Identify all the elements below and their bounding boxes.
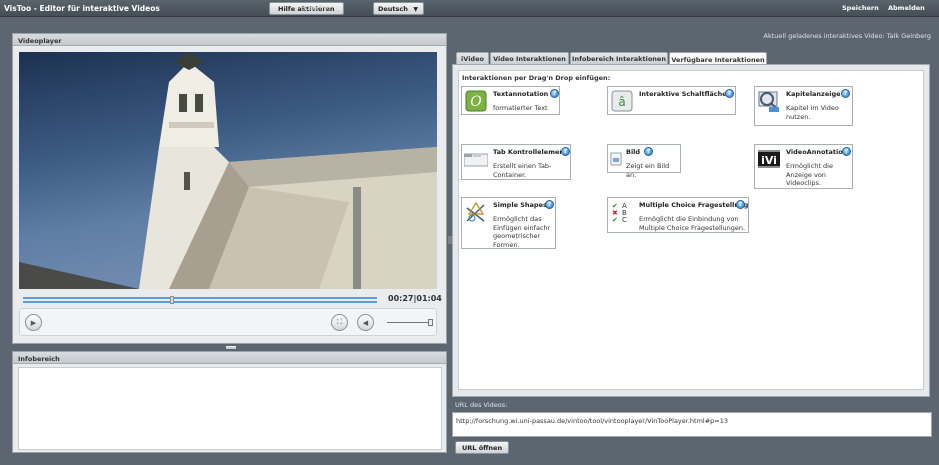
help-icon[interactable]: ?: [736, 200, 745, 209]
svg-text:O: O: [470, 94, 482, 110]
interaction-videoannotation[interactable]: iVi VideoAnnotation ? Ermöglicht die Anz…: [754, 144, 853, 189]
help-icon[interactable]: ?: [725, 89, 734, 98]
video-still-church-tower: [19, 52, 437, 289]
timecode: 00:27|01:04: [388, 294, 442, 303]
card-title: Kapitelanzeige: [786, 90, 841, 98]
player-controls: ▶ ⛶ ◀: [19, 308, 437, 336]
url-label: URL des Videos:: [455, 401, 508, 409]
card-description: Zeigt ein Bild an.: [626, 162, 670, 179]
shapes-icon: [463, 199, 489, 225]
interaction-simple-shapes[interactable]: Simple Shapes ? Ermöglicht das Einfügen …: [461, 197, 556, 249]
card-title: Simple Shapes: [493, 201, 547, 209]
progress-handle[interactable]: [169, 296, 174, 304]
interaction-multiple-choice[interactable]: ✔ A ✖ B ✔ C Multiple Choice Fragestellung ? E…: [607, 197, 749, 233]
language-select[interactable]: Deutsch ▼: [373, 2, 424, 15]
svg-text:â: â: [618, 95, 625, 109]
loaded-video-label: Aktuell geladenes interaktives Video: Ta…: [763, 32, 931, 40]
card-title: Textannotation: [493, 90, 549, 98]
video-annotation-icon: iVi: [756, 146, 782, 172]
help-icon[interactable]: ?: [545, 200, 554, 209]
interaction-bild[interactable]: Bild ? Zeigt ein Bild an.: [607, 144, 681, 179]
infobereich-content[interactable]: [18, 367, 442, 450]
card-description: Ermöglicht die Anzeige von Videoclips.: [786, 162, 833, 187]
infobereich-header: Infobereich: [13, 352, 446, 364]
progress-rail-lower: [23, 301, 377, 303]
card-title: Multiple Choice Fragestellung: [639, 201, 749, 209]
text-annotation-icon: O: [463, 88, 489, 114]
video-frame[interactable]: [19, 52, 437, 289]
progress-rail: [23, 297, 377, 299]
help-icon[interactable]: ?: [842, 147, 851, 156]
svg-text:✔: ✔: [612, 216, 618, 224]
interaction-kapitelanzeige[interactable]: Kapitelanzeige ? Kapitel im Video nutzen…: [754, 86, 853, 126]
panel-resize-grip[interactable]: [226, 346, 236, 349]
chevron-down-icon: ▼: [413, 6, 418, 13]
language-label: Sprache:: [301, 4, 330, 12]
card-description: Kapitel im Video nutzen.: [786, 104, 839, 121]
card-description: Ermöglicht das Einfügen einfachr geometr…: [493, 215, 551, 249]
infobereich-panel: Infobereich: [12, 351, 447, 453]
play-button[interactable]: ▶: [25, 314, 42, 331]
card-title: Interaktive Schaltfläche: [639, 90, 727, 98]
card-title: Bild: [626, 148, 641, 156]
interactions-palette: Interaktionen per Drag'n Drop einfügen: …: [458, 70, 924, 390]
card-description: formatierter Text: [493, 104, 548, 112]
chapter-icon: [756, 88, 782, 114]
top-bar: VisToo - Editor für interaktive Videos H…: [0, 0, 939, 17]
fullscreen-button[interactable]: ⛶: [331, 314, 348, 331]
interaction-schaltflaeche[interactable]: â Interaktive Schaltfläche ?: [607, 86, 736, 115]
volume-knob[interactable]: [428, 319, 433, 326]
videoplayer-panel: Videoplayer 00:27|01:04 ▶ ⛶ ◀: [12, 33, 447, 344]
svg-text:C: C: [622, 216, 627, 224]
button-icon: â: [609, 88, 635, 114]
card-title: Tab Kontrollelement: [493, 148, 568, 156]
video-url-field[interactable]: http://forschung.wi.uni-passau.de/vintoo…: [452, 412, 932, 437]
tab-control-icon: [463, 146, 489, 172]
help-icon[interactable]: ?: [644, 147, 653, 156]
fullscreen-icon: ⛶: [337, 318, 342, 326]
app-title: VisToo - Editor für interaktive Videos: [4, 4, 160, 13]
language-value: Deutsch: [378, 4, 408, 13]
card-description: Erstellt einen Tab-Container.: [493, 162, 552, 179]
speaker-icon: ◀: [362, 318, 369, 327]
card-description: Ermöglicht die Einbindung von Multiple C…: [639, 215, 746, 232]
help-icon[interactable]: ?: [550, 89, 559, 98]
help-icon[interactable]: ?: [561, 147, 570, 156]
image-icon: [609, 146, 623, 172]
volume-slider[interactable]: [387, 319, 433, 326]
logout-link[interactable]: Abmelden: [888, 4, 925, 12]
play-icon: ▶: [30, 318, 37, 327]
multiple-choice-icon: ✔ A ✖ B ✔ C: [609, 199, 635, 225]
section-title: Interaktionen per Drag'n Drop einfügen:: [462, 74, 611, 82]
mute-button[interactable]: ◀: [357, 314, 374, 331]
help-icon[interactable]: ?: [841, 89, 850, 98]
editor-content: Interaktionen per Drag'n Drop einfügen: …: [452, 64, 930, 397]
interaction-tab-kontrollelement[interactable]: Tab Kontrollelement ? Erstellt einen Tab…: [461, 144, 571, 180]
video-progress-bar[interactable]: [23, 296, 377, 304]
interaction-textannotation[interactable]: O Textannotation ? formatierter Text: [461, 86, 560, 115]
svg-text:iVi: iVi: [761, 154, 777, 167]
save-link[interactable]: Speichern: [842, 4, 879, 12]
open-url-button[interactable]: URL öffnen: [455, 441, 510, 454]
card-title: VideoAnnotation: [786, 148, 848, 156]
videoplayer-header: Videoplayer: [13, 34, 446, 46]
